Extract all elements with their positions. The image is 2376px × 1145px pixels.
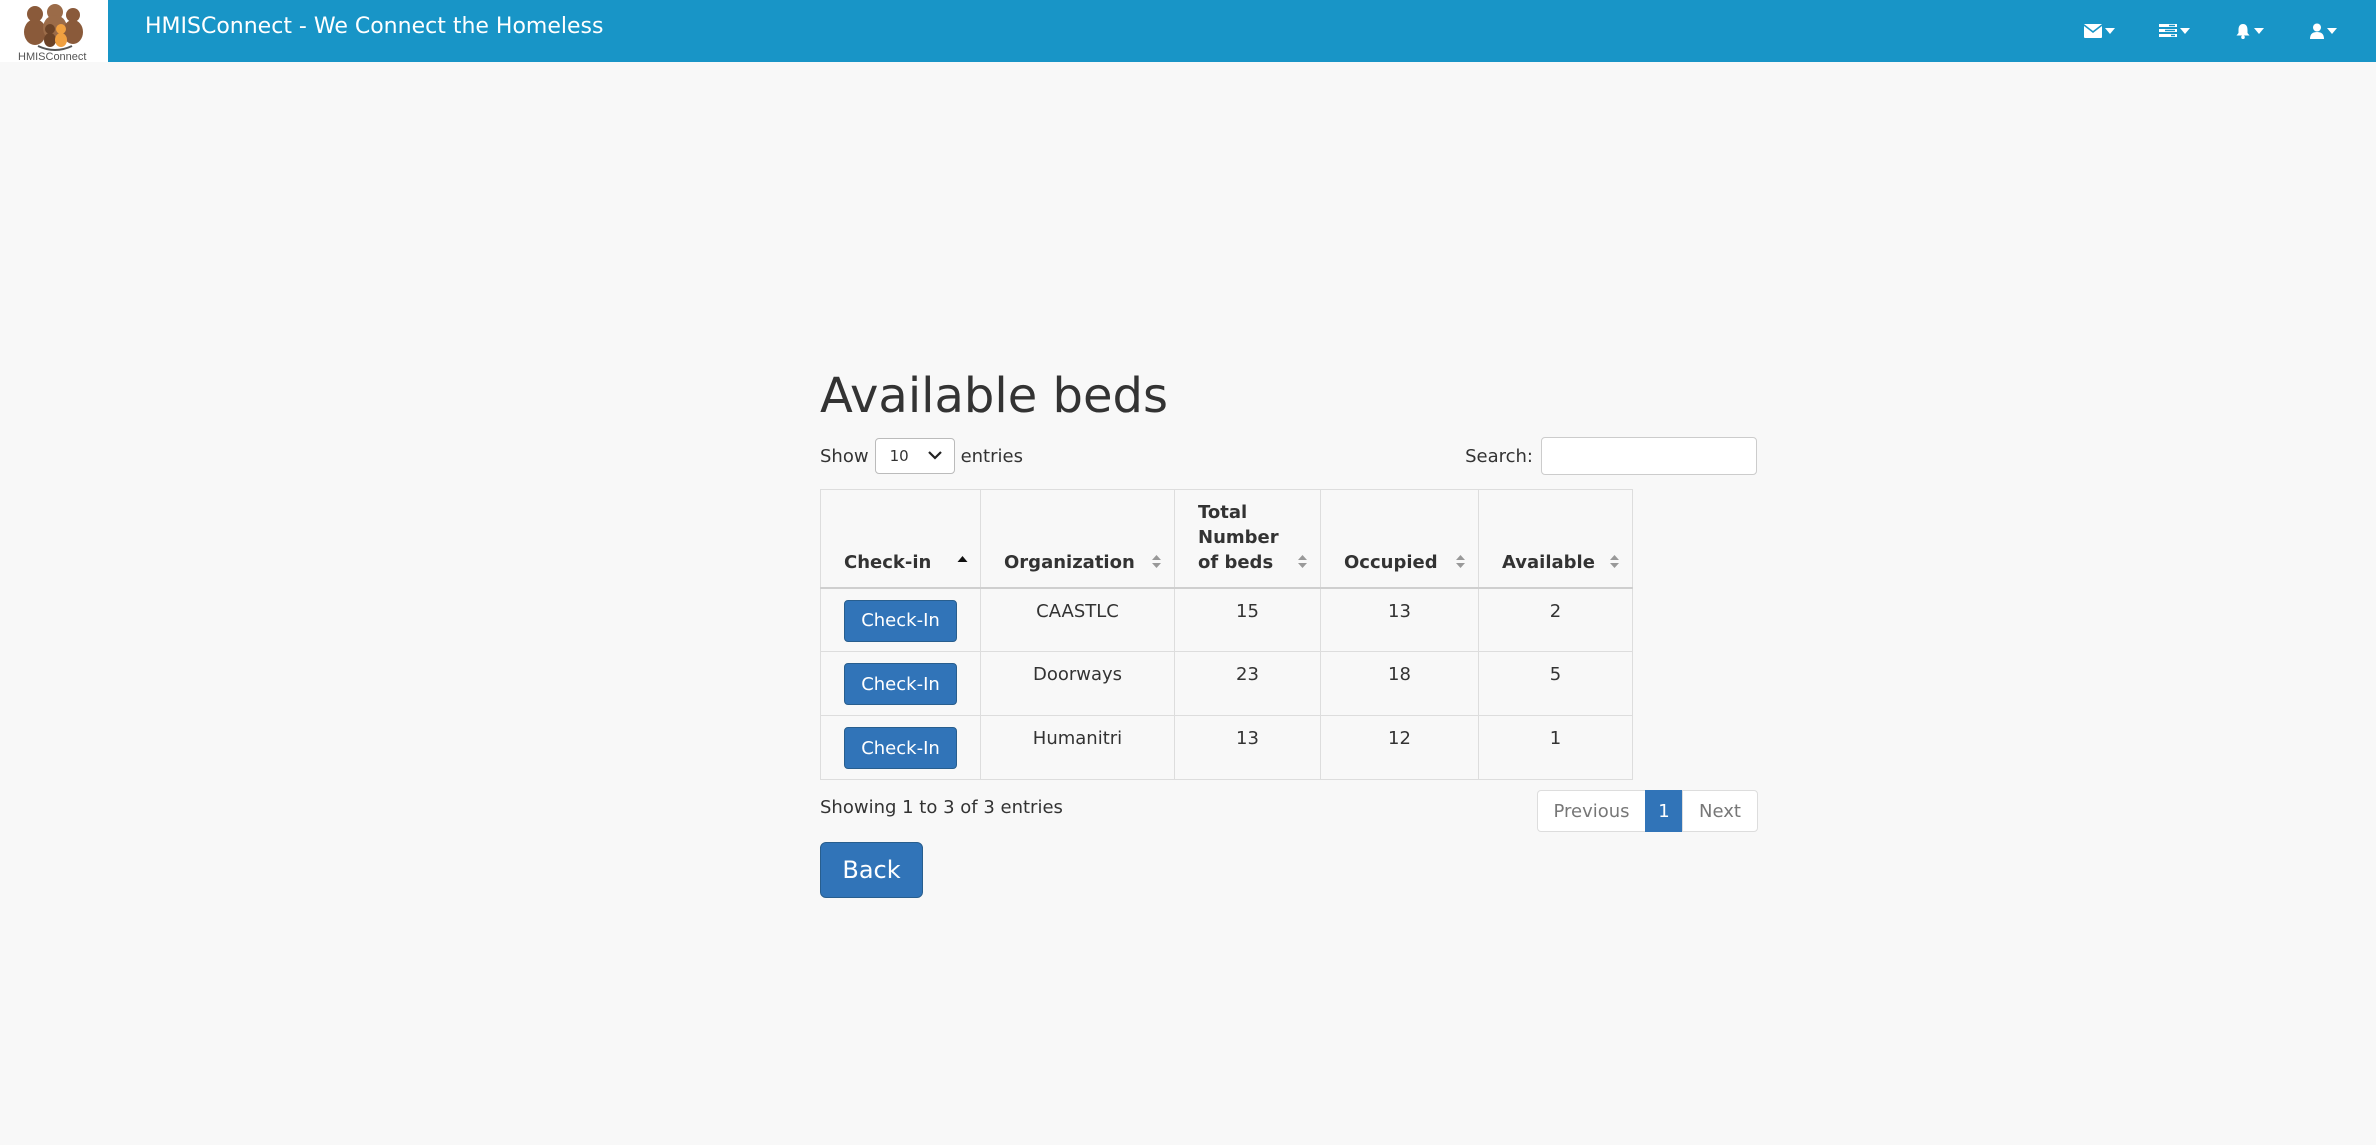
cell-check-in: Check-In <box>820 715 981 780</box>
logo[interactable]: HMISConnect <box>0 0 108 62</box>
table-row: Check-In Doorways 23 18 5 <box>820 651 1633 716</box>
bell-icon <box>2236 24 2250 39</box>
table-row: Check-In CAASTLC 15 13 2 <box>820 587 1633 652</box>
cell-occupied: 12 <box>1320 715 1479 780</box>
check-in-button[interactable]: Check-In <box>844 727 957 769</box>
check-in-button[interactable]: Check-In <box>844 663 957 705</box>
envelope-icon <box>2084 24 2102 38</box>
alerts-dropdown[interactable] <box>2235 18 2264 44</box>
table-search: Search: <box>1465 436 1757 476</box>
column-header-organization[interactable]: Organization <box>980 489 1175 589</box>
cell-available: 5 <box>1478 651 1633 716</box>
back-button[interactable]: Back <box>820 842 923 898</box>
sort-both-icon <box>1456 554 1465 568</box>
page-title: Available beds <box>820 368 1168 424</box>
page-1-button[interactable]: 1 <box>1645 790 1683 832</box>
app-title[interactable]: HMISConnect - We Connect the Homeless <box>145 14 603 39</box>
available-beds-table: Check-in Organization Total Number of be… <box>820 489 1633 780</box>
chevron-down-icon <box>2254 28 2264 34</box>
tasks-icon <box>2159 24 2177 37</box>
chevron-down-icon <box>2327 28 2337 34</box>
table-header-row: Check-in Organization Total Number of be… <box>820 489 1633 589</box>
table-row: Check-In Humanitri 13 12 1 <box>820 715 1633 780</box>
messages-dropdown[interactable] <box>2084 18 2115 44</box>
logo-text: HMISConnect <box>18 51 87 62</box>
column-header-total-beds[interactable]: Total Number of beds <box>1174 489 1321 589</box>
chevron-down-icon <box>2180 28 2190 34</box>
sort-both-icon <box>1298 554 1307 568</box>
user-dropdown[interactable] <box>2310 18 2337 44</box>
column-header-available[interactable]: Available <box>1478 489 1633 589</box>
entries-length-control: Show 10 entries <box>820 437 1023 475</box>
entries-per-page-select[interactable]: 10 <box>874 438 955 474</box>
previous-page-button[interactable]: Previous <box>1537 790 1646 832</box>
cell-organization: CAASTLC <box>980 587 1175 652</box>
cell-available: 1 <box>1478 715 1633 780</box>
column-header-occupied[interactable]: Occupied <box>1320 489 1479 589</box>
column-header-check-in[interactable]: Check-in <box>820 489 981 589</box>
top-navbar: HMISConnect HMISConnect - We Connect the… <box>0 0 2376 62</box>
cell-occupied: 13 <box>1320 587 1479 652</box>
check-in-button[interactable]: Check-In <box>844 599 957 642</box>
cell-check-in: Check-In <box>820 651 981 716</box>
sort-both-icon <box>1152 554 1161 568</box>
search-input[interactable] <box>1541 437 1757 475</box>
cell-total-beds: 13 <box>1174 715 1321 780</box>
hmis-logo-icon <box>24 4 83 51</box>
cell-organization: Humanitri <box>980 715 1175 780</box>
show-label: Show <box>820 445 869 467</box>
chevron-down-icon <box>927 451 942 460</box>
sort-ascending-icon <box>957 555 968 562</box>
cell-total-beds: 23 <box>1174 651 1321 716</box>
search-label: Search: <box>1465 445 1533 467</box>
entries-per-page-value: 10 <box>889 447 909 465</box>
table-info: Showing 1 to 3 of 3 entries <box>820 797 1063 818</box>
user-icon <box>2310 23 2324 39</box>
cell-total-beds: 15 <box>1174 587 1321 652</box>
cell-available: 2 <box>1478 587 1633 652</box>
pagination: Previous 1 Next <box>1537 790 1758 832</box>
tasks-dropdown[interactable] <box>2159 18 2190 44</box>
cell-check-in: Check-In <box>820 587 981 652</box>
sort-both-icon <box>1610 554 1619 568</box>
entries-label: entries <box>960 445 1023 467</box>
cell-occupied: 18 <box>1320 651 1479 716</box>
cell-organization: Doorways <box>980 651 1175 716</box>
chevron-down-icon <box>2105 28 2115 34</box>
next-page-button[interactable]: Next <box>1682 790 1758 832</box>
